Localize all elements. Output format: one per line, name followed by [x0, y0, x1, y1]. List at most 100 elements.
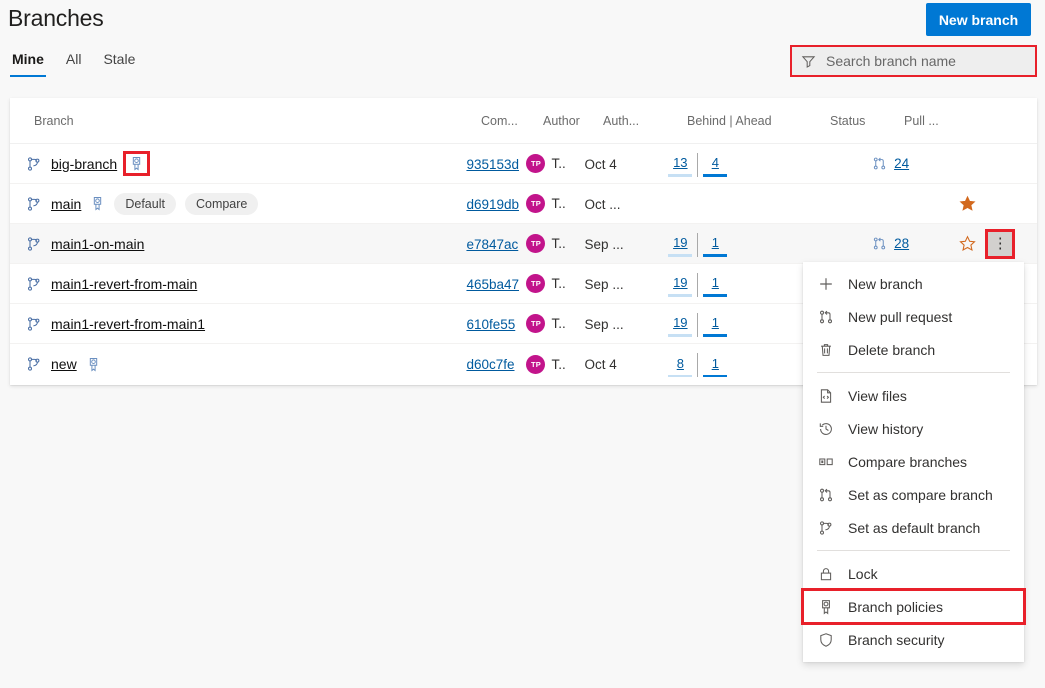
branch-name-link[interactable]: main1-revert-from-main: [51, 276, 197, 292]
author-name: T..: [551, 357, 565, 372]
menu-item-branch-policies[interactable]: Branch policies: [803, 590, 1024, 623]
ahead-segment: 1: [701, 235, 729, 257]
commit-link[interactable]: 610fe55: [466, 317, 515, 332]
branch-policy-icon[interactable]: [126, 154, 147, 173]
branch-cell: big-branch: [26, 154, 466, 173]
behind-ahead-divider: [697, 313, 698, 337]
pull-request-count[interactable]: 28: [894, 236, 909, 251]
pull-request-link[interactable]: 28: [872, 236, 948, 251]
author-name: T..: [551, 276, 565, 291]
author-name: T..: [551, 316, 565, 331]
behind-ahead-divider: [697, 233, 698, 257]
tab-stale[interactable]: Stale: [101, 49, 137, 77]
behind-count[interactable]: 19: [673, 275, 687, 290]
branch-name-link[interactable]: new: [51, 356, 77, 372]
avatar: TP: [526, 274, 545, 293]
branch-icon: [26, 156, 42, 172]
favorite-star-filled-icon[interactable]: [948, 195, 989, 212]
menu-item-new-pull-request[interactable]: New pull request: [803, 300, 1024, 333]
column-header: Auth...: [603, 114, 673, 128]
branch-cell: main1-revert-from-main: [26, 276, 466, 292]
tab-mine[interactable]: Mine: [10, 49, 46, 77]
author-cell: TPT..: [526, 355, 584, 374]
plus-icon: [817, 275, 834, 292]
ahead-count[interactable]: 1: [712, 235, 719, 250]
behind-bar: [668, 254, 692, 257]
authored-date-cell: Sep ...: [585, 236, 653, 252]
commit-link[interactable]: d6919db: [466, 197, 519, 212]
branch-tag: Compare: [185, 193, 258, 215]
branch-name-link[interactable]: main1-on-main: [51, 236, 144, 252]
branch-name-link[interactable]: big-branch: [51, 156, 117, 172]
behind-count[interactable]: 19: [673, 315, 687, 330]
ahead-count[interactable]: 4: [712, 155, 719, 170]
favorite-cell: [948, 195, 989, 212]
branch-cell: main Default Compare: [26, 193, 466, 215]
more-actions-button[interactable]: ⋮: [988, 232, 1012, 256]
commit-link[interactable]: 935153d: [466, 157, 519, 172]
column-header: Behind | Ahead: [673, 114, 788, 128]
commit-cell: 465ba47: [466, 276, 526, 292]
branch-filter-tabs: Mine All Stale: [10, 49, 137, 77]
menu-item-set-as-default-branch[interactable]: Set as default branch: [803, 511, 1024, 544]
authored-date-cell: Sep ...: [585, 316, 653, 332]
authored-date: Oct ...: [585, 197, 621, 212]
search-branch-box[interactable]: [790, 45, 1037, 77]
branch-tag: Default: [114, 193, 176, 215]
search-input[interactable]: [824, 52, 1026, 70]
search-inner: [792, 47, 1035, 75]
behind-bar: [668, 294, 692, 297]
ahead-bar: [703, 294, 727, 297]
new-branch-button[interactable]: New branch: [926, 3, 1031, 36]
menu-item-new-branch[interactable]: New branch: [803, 267, 1024, 300]
commit-link[interactable]: e7847ac: [466, 237, 518, 252]
menu-item-compare-branches[interactable]: Compare branches: [803, 445, 1024, 478]
ahead-bar: [703, 375, 727, 378]
branch-policy-icon[interactable]: [86, 357, 101, 372]
menu-item-label: Delete branch: [848, 342, 935, 358]
table-row[interactable]: big-branch 935153dTPT..Oct 4 13 4: [10, 144, 1037, 184]
commit-link[interactable]: d60c7fe: [466, 357, 514, 372]
compare-icon: [817, 453, 834, 470]
branch-context-menu[interactable]: New branch New pull request Delete branc…: [803, 262, 1024, 662]
menu-separator: [817, 550, 1010, 551]
menu-item-label: Lock: [848, 566, 878, 582]
author-name: T..: [551, 196, 565, 211]
commit-cell: e7847ac: [466, 236, 526, 252]
ahead-count[interactable]: 1: [712, 275, 719, 290]
behind-ahead-graph: 13 4: [652, 151, 763, 177]
menu-item-view-history[interactable]: View history: [803, 412, 1024, 445]
behind-count[interactable]: 19: [673, 235, 687, 250]
ahead-count[interactable]: 1: [712, 315, 719, 330]
ahead-count[interactable]: 1: [712, 356, 719, 371]
branch-policy-icon[interactable]: [90, 196, 105, 211]
menu-item-set-as-compare-branch[interactable]: Set as compare branch: [803, 478, 1024, 511]
menu-item-view-files[interactable]: View files: [803, 379, 1024, 412]
trash-icon: [817, 341, 834, 358]
behind-segment: 13: [666, 155, 694, 177]
favorite-star-outline-icon[interactable]: [948, 235, 989, 252]
behind-ahead-divider: [697, 353, 698, 377]
behind-ahead-divider: [697, 273, 698, 297]
branch-name-link[interactable]: main1-revert-from-main1: [51, 316, 205, 332]
menu-item-label: Branch policies: [848, 599, 943, 615]
menu-separator: [817, 372, 1010, 373]
behind-count[interactable]: 13: [673, 155, 687, 170]
column-header: Author: [543, 114, 603, 128]
favorite-cell: [948, 235, 989, 252]
behind-count[interactable]: 8: [677, 356, 684, 371]
pull-request-link[interactable]: 24: [872, 156, 948, 171]
pull-request-icon: [872, 236, 887, 251]
menu-item-branch-security[interactable]: Branch security: [803, 623, 1024, 656]
branch-icon: [26, 276, 42, 292]
commit-link[interactable]: 465ba47: [466, 277, 519, 292]
table-row[interactable]: main1-on-maine7847acTPT..Sep ... 19 1 28: [10, 224, 1037, 264]
behind-segment: 19: [666, 315, 694, 337]
tab-all[interactable]: All: [64, 49, 84, 77]
pull-request-count[interactable]: 24: [894, 156, 909, 171]
authored-date: Sep ...: [585, 277, 624, 292]
menu-item-delete-branch[interactable]: Delete branch: [803, 333, 1024, 366]
table-row[interactable]: main DefaultCompared6919dbTPT..Oct ...: [10, 184, 1037, 224]
branch-name-link[interactable]: main: [51, 196, 81, 212]
menu-item-lock[interactable]: Lock: [803, 557, 1024, 590]
